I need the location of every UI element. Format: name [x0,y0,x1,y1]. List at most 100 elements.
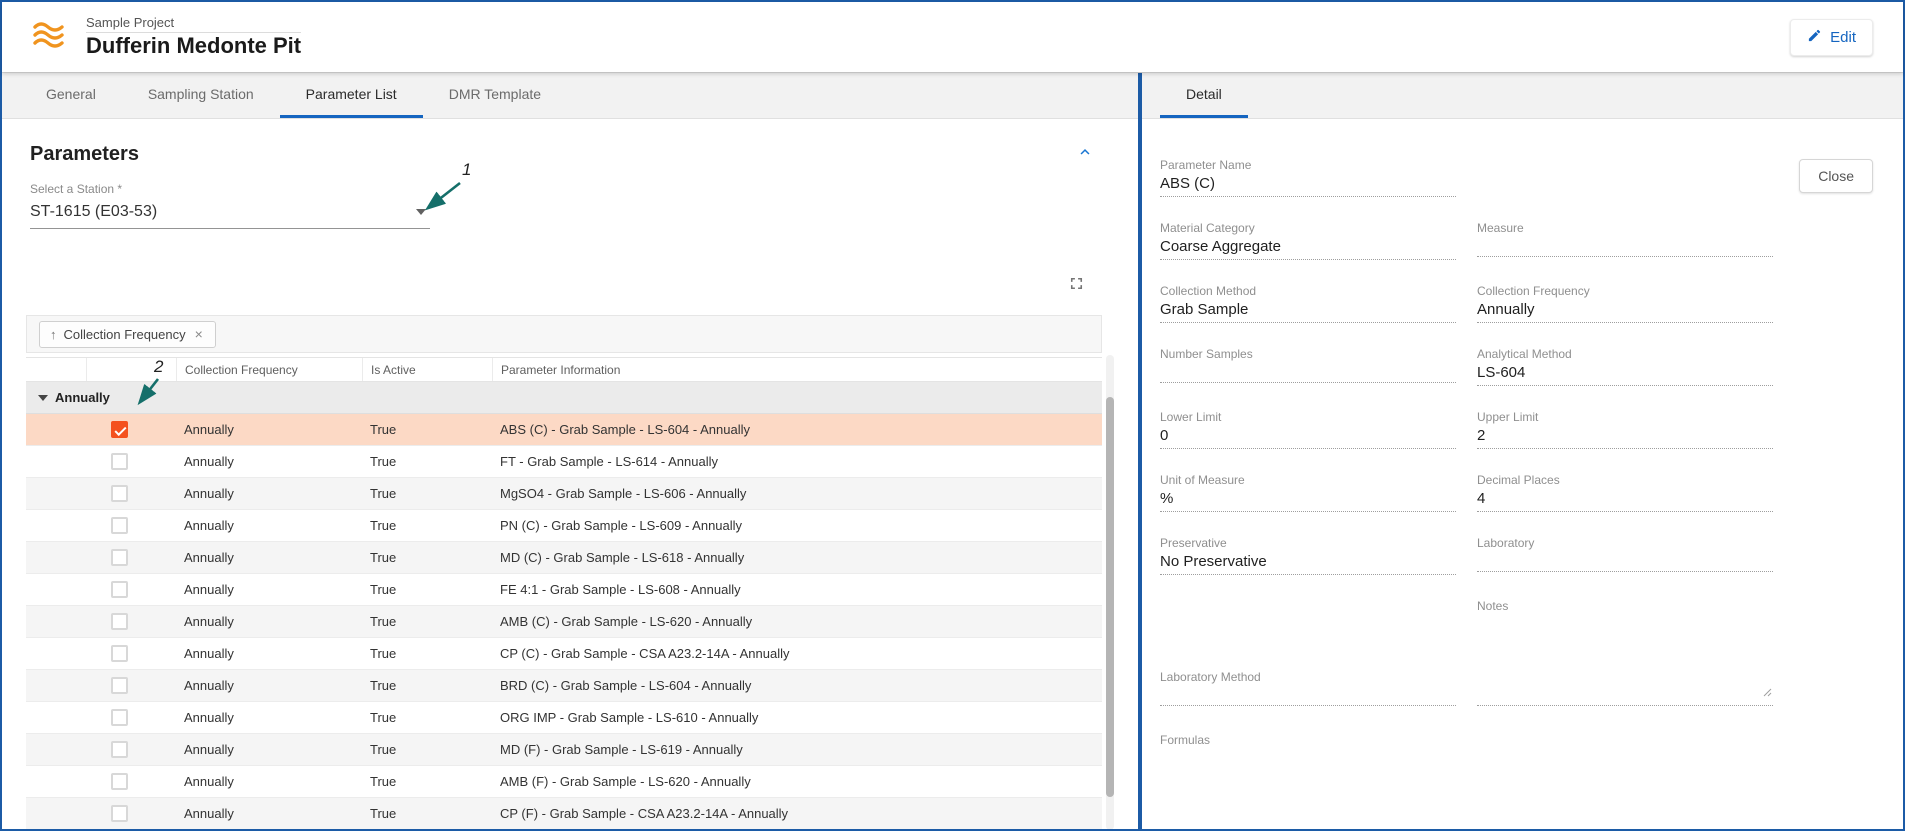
row-checkbox[interactable] [111,645,128,662]
fullscreen-icon[interactable] [1067,274,1086,298]
row-checkbox[interactable] [111,549,128,566]
field-decimal-places: Decimal Places 4 [1477,474,1773,537]
table-row[interactable]: Annually True CP (C) - Grab Sample - CSA… [26,638,1102,670]
tab-parameter-list[interactable]: Parameter List [280,73,423,118]
table-scrollbar[interactable] [1106,355,1114,829]
parameter-list-panel: General Sampling Station Parameter List … [2,73,1138,829]
row-checkbox[interactable] [111,453,128,470]
row-parameter-information: FT - Grab Sample - LS-614 - Annually [492,454,1102,469]
row-checkbox[interactable] [111,677,128,694]
parameters-section-title: Parameters [30,143,139,166]
table-row[interactable]: Annually True FT - Grab Sample - LS-614 … [26,446,1102,478]
field-measure: Measure [1477,222,1773,285]
row-collection-frequency: Annually [176,646,362,661]
row-is-active: True [362,582,492,597]
row-collection-frequency: Annually [176,518,362,533]
column-parameter-information: Parameter Information [492,358,1102,381]
sort-ascending-icon: ↑ [50,327,57,342]
parameter-rows: Annually True ABS (C) - Grab Sample - LS… [26,414,1102,829]
app-header: Sample Project Dufferin Medonte Pit Edit [2,2,1903,72]
row-is-active: True [362,454,492,469]
row-is-active: True [362,710,492,725]
station-select-value: ST-1615 (E03-53) [30,203,157,221]
row-checkbox[interactable] [111,709,128,726]
column-group-indent [26,358,86,381]
group-row-annually[interactable]: Annually [26,382,1102,414]
tab-detail[interactable]: Detail [1160,73,1248,118]
row-checkbox[interactable] [111,581,128,598]
row-parameter-information: MD (F) - Grab Sample - LS-619 - Annually [492,742,1102,757]
table-row[interactable]: Annually True AMB (C) - Grab Sample - LS… [26,606,1102,638]
table-row[interactable]: Annually True MD (C) - Grab Sample - LS-… [26,542,1102,574]
row-parameter-information: CP (F) - Grab Sample - CSA A23.2-14A - A… [492,806,1102,821]
table-header-row: Collection Frequency Is Active Parameter… [26,357,1102,382]
row-checkbox[interactable] [111,485,128,502]
group-expand-icon [38,395,48,401]
row-collection-frequency: Annually [176,774,362,789]
table-row[interactable]: Annually True MgSO4 - Grab Sample - LS-6… [26,478,1102,510]
field-lower-limit: Lower Limit 0 [1160,411,1456,474]
field-laboratory-method: Laboratory Method [1160,671,1456,734]
group-chip-collection-frequency[interactable]: ↑ Collection Frequency × [39,321,216,348]
scrollbar-thumb[interactable] [1106,397,1114,797]
table-row[interactable]: Annually True MD (F) - Grab Sample - LS-… [26,734,1102,766]
row-is-active: True [362,614,492,629]
row-collection-frequency: Annually [176,710,362,725]
row-checkbox[interactable] [111,517,128,534]
table-row[interactable]: Annually True PN (C) - Grab Sample - LS-… [26,510,1102,542]
row-is-active: True [362,646,492,661]
row-is-active: True [362,486,492,501]
close-button[interactable]: Close [1799,159,1873,193]
remove-group-icon[interactable]: × [193,326,205,342]
tab-sampling-station[interactable]: Sampling Station [122,73,280,118]
table-row[interactable]: Annually True ABS (C) - Grab Sample - LS… [26,414,1102,446]
row-collection-frequency: Annually [176,678,362,693]
page-title: Dufferin Medonte Pit [86,32,301,59]
field-collection-method: Collection Method Grab Sample [1160,285,1456,348]
column-checkbox [86,358,176,381]
tab-dmr-template[interactable]: DMR Template [423,73,567,118]
field-number-samples: Number Samples [1160,348,1456,411]
row-parameter-information: AMB (C) - Grab Sample - LS-620 - Annuall… [492,614,1102,629]
station-select[interactable]: Select a Station * ST-1615 (E03-53) [30,182,430,229]
field-notes[interactable]: Notes [1477,600,1773,706]
project-tabs: General Sampling Station Parameter List … [2,73,1138,119]
row-is-active: True [362,806,492,821]
pencil-icon [1807,28,1822,47]
field-unit-of-measure: Unit of Measure % [1160,474,1456,537]
table-row[interactable]: Annually True AMB (F) - Grab Sample - LS… [26,766,1102,798]
row-checkbox[interactable] [111,773,128,790]
row-collection-frequency: Annually [176,486,362,501]
field-analytical-method: Analytical Method LS-604 [1477,348,1773,411]
row-parameter-information: FE 4:1 - Grab Sample - LS-608 - Annually [492,582,1102,597]
field-preservative: Preservative No Preservative [1160,537,1456,600]
row-checkbox[interactable] [111,741,128,758]
table-row[interactable]: Annually True FE 4:1 - Grab Sample - LS-… [26,574,1102,606]
row-collection-frequency: Annually [176,582,362,597]
row-parameter-information: MD (C) - Grab Sample - LS-618 - Annually [492,550,1102,565]
detail-tabs: Detail [1142,73,1903,119]
table-row[interactable]: Annually True ORG IMP - Grab Sample - LS… [26,702,1102,734]
chevron-down-icon [416,209,426,215]
row-parameter-information: ABS (C) - Grab Sample - LS-604 - Annuall… [492,422,1102,437]
group-by-bar: ↑ Collection Frequency × [26,315,1102,353]
project-label: Sample Project [86,15,301,30]
row-checkbox[interactable] [111,613,128,630]
collapse-section-icon[interactable] [1076,143,1094,166]
row-collection-frequency: Annually [176,454,362,469]
table-row[interactable]: Annually True BRD (C) - Grab Sample - LS… [26,670,1102,702]
row-parameter-information: BRD (C) - Grab Sample - LS-604 - Annuall… [492,678,1102,693]
row-parameter-information: AMB (F) - Grab Sample - LS-620 - Annuall… [492,774,1102,789]
row-parameter-information: CP (C) - Grab Sample - CSA A23.2-14A - A… [492,646,1102,661]
edit-button[interactable]: Edit [1790,19,1873,56]
row-checkbox[interactable] [111,421,128,438]
edit-button-label: Edit [1830,29,1856,46]
field-parameter-name: Parameter Name ABS (C) [1160,159,1456,222]
row-collection-frequency: Annually [176,806,362,821]
tab-general[interactable]: General [20,73,122,118]
textarea-resize-icon[interactable] [1762,684,1772,702]
table-row[interactable]: Annually True CP (F) - Grab Sample - CSA… [26,798,1102,829]
row-checkbox[interactable] [111,805,128,822]
column-collection-frequency: Collection Frequency [176,358,362,381]
row-is-active: True [362,422,492,437]
